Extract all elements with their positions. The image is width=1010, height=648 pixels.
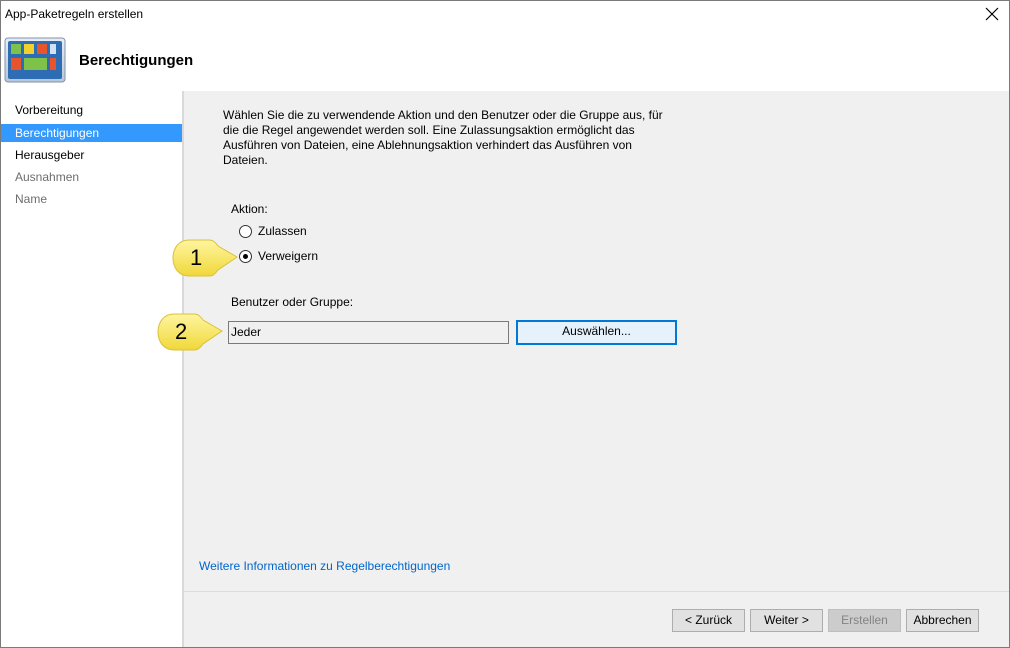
next-button[interactable]: Weiter >	[750, 609, 823, 632]
description-text: Wählen Sie die zu verwendende Aktion und…	[223, 108, 663, 167]
radio-verweigern[interactable]: Verweigern	[239, 248, 318, 264]
wizard-header: Berechtigungen	[1, 27, 1009, 91]
user-group-input[interactable]: Jeder	[228, 321, 509, 344]
callout-2: 2	[154, 311, 224, 353]
callout-1-shape	[172, 239, 238, 277]
callout-1: 1	[169, 237, 239, 279]
callout-2-number: 2	[175, 319, 188, 344]
action-label: Aktion:	[231, 202, 268, 216]
back-button[interactable]: < Zurück	[672, 609, 745, 632]
sidebar-item-berechtigungen[interactable]: Berechtigungen	[1, 124, 182, 142]
sidebar-item-name: Name	[15, 192, 48, 206]
radio-verweigern-label: Verweigern	[258, 249, 319, 263]
more-info-link[interactable]: Weitere Informationen zu Regelberechtigu…	[199, 559, 450, 573]
callout-1-number: 1	[190, 245, 203, 270]
close-icon	[985, 7, 999, 21]
app-package-icon	[4, 37, 66, 83]
main-content: Wählen Sie die zu verwendende Aktion und…	[184, 91, 1009, 591]
close-button[interactable]	[979, 2, 1005, 26]
dialog-window: App-Paketregeln erstellen Berechtigungen…	[0, 0, 1010, 648]
sidebar-item-ausnahmen: Ausnahmen	[15, 170, 80, 184]
callout-2-shape	[157, 313, 223, 351]
title-bar: App-Paketregeln erstellen	[1, 1, 1009, 27]
create-button: Erstellen	[828, 609, 901, 632]
user-group-label: Benutzer oder Gruppe:	[231, 295, 354, 309]
wizard-footer: < Zurück Weiter > Erstellen Abbrechen	[184, 591, 1009, 647]
sidebar-item-herausgeber[interactable]: Herausgeber	[1, 146, 182, 164]
radio-zulassen-label: Zulassen	[258, 224, 307, 238]
radio-zulassen-circle[interactable]	[239, 224, 252, 238]
radio-verweigern-circle[interactable]	[239, 249, 252, 263]
sidebar-item-vorbereitung[interactable]: Vorbereitung	[1, 101, 182, 119]
page-heading: Berechtigungen	[79, 52, 194, 69]
cancel-button[interactable]: Abbrechen	[906, 609, 979, 632]
window-title: App-Paketregeln erstellen	[5, 7, 144, 21]
radio-zulassen[interactable]: Zulassen	[239, 223, 307, 239]
wizard-steps-sidebar: Vorbereitung Berechtigungen Herausgeber …	[1, 91, 184, 647]
select-button[interactable]: Auswählen...	[516, 320, 677, 345]
